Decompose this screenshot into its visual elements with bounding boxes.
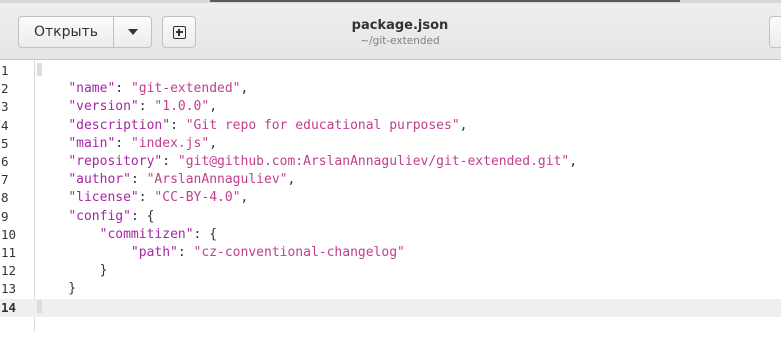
code-line[interactable]: 3 "version": "1.0.0", <box>0 98 781 116</box>
code-line[interactable]: 1 <box>0 62 781 80</box>
chevron-down-icon <box>127 29 138 35</box>
open-button[interactable]: Открыть <box>18 16 114 48</box>
open-menu-button[interactable] <box>113 16 152 48</box>
line-text: "name": "git-extended", <box>68 81 249 97</box>
line-text: "config": { <box>68 208 155 224</box>
line-text: "commitizen": { <box>99 226 218 242</box>
line-text: "path": "cz-conventional-changelog" <box>130 245 405 260</box>
line-number: 6 <box>1 154 9 169</box>
line-number: 11 <box>1 245 17 260</box>
text-editor-window: Открыть package.json ~/git-extended 12 "… <box>0 0 781 352</box>
line-text: "description": "Git repo for educational… <box>68 117 468 133</box>
line-text <box>37 62 42 80</box>
empty-line-marker <box>37 299 42 313</box>
line-number: 14 <box>1 299 17 315</box>
new-document-icon <box>172 25 186 39</box>
code-line[interactable]: 13 } <box>0 280 781 298</box>
code-line[interactable]: 10 "commitizen": { <box>0 226 781 244</box>
line-number: 12 <box>1 263 17 279</box>
line-number: 3 <box>1 99 9 115</box>
line-number: 4 <box>1 117 9 133</box>
line-text: "main": "index.js", <box>68 135 218 151</box>
line-number: 2 <box>1 81 9 97</box>
new-document-button[interactable] <box>162 16 196 48</box>
code-line[interactable]: 5 "main": "index.js", <box>0 135 781 153</box>
line-number: 5 <box>1 135 9 151</box>
code-line[interactable]: 9 "config": { <box>0 208 781 226</box>
file-name: package.json <box>351 18 449 33</box>
line-text: } <box>37 281 77 297</box>
file-path: ~/git-extended <box>360 35 440 47</box>
code-line[interactable]: 8 "license": "CC-BY-4.0", <box>0 189 781 207</box>
open-button-label: Открыть <box>34 24 98 40</box>
code-line[interactable]: 6 "repository": "git@github.com:ArslanAn… <box>0 153 781 171</box>
top-edge <box>0 0 781 3</box>
code-line[interactable]: 4 "description": "Git repo for education… <box>0 117 781 135</box>
line-number: 9 <box>1 208 9 224</box>
line-text: "version": "1.0.0", <box>68 99 218 115</box>
line-text <box>37 299 42 317</box>
line-number: 13 <box>1 281 17 297</box>
code-line[interactable]: 14 <box>0 298 781 317</box>
code-line[interactable]: 11 "path": "cz-conventional-changelog" <box>0 244 781 262</box>
code-editor[interactable]: 12 "name": "git-extended", 3 "version": "… <box>0 60 781 352</box>
line-number: 7 <box>1 172 9 188</box>
save-button[interactable] <box>769 16 781 48</box>
line-text: "author": "ArslanAnnaguliev", <box>68 172 296 188</box>
line-text: "repository": "git@github.com:ArslanAnna… <box>68 154 578 169</box>
line-number: 8 <box>1 190 9 206</box>
code-line[interactable]: 12 } <box>0 262 781 280</box>
window-title: package.json ~/git-extended <box>352 18 449 48</box>
line-number: 10 <box>1 226 17 242</box>
line-number: 1 <box>1 63 9 78</box>
header-bar: Открыть package.json ~/git-extended <box>0 0 781 60</box>
code-line[interactable]: 2 "name": "git-extended", <box>0 80 781 98</box>
code-line[interactable]: 7 "author": "ArslanAnnaguliev", <box>0 171 781 189</box>
line-text: "license": "CC-BY-4.0", <box>68 190 249 206</box>
empty-line-marker <box>37 63 42 76</box>
line-text: } <box>37 263 108 279</box>
